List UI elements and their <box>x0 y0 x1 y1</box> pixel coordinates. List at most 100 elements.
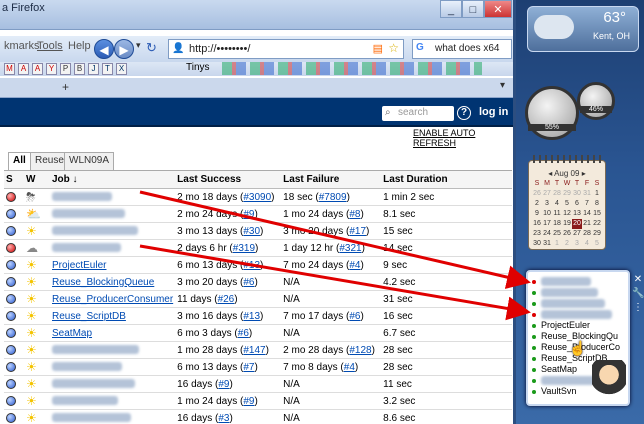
column-status[interactable]: S <box>4 170 24 189</box>
calendar-day[interactable]: 2 <box>562 239 572 249</box>
build-link[interactable]: #13 <box>243 311 260 322</box>
tab-list-icon[interactable]: ▾ <box>500 80 505 91</box>
calendar-day[interactable]: 20 <box>572 219 582 229</box>
close-button[interactable]: ✕ <box>484 0 512 18</box>
calendar-day[interactable]: 2 <box>532 199 542 209</box>
calendar-day[interactable]: 3 <box>572 239 582 249</box>
job-link-redacted[interactable] <box>52 379 135 389</box>
job-link[interactable]: SeatMap <box>52 328 92 339</box>
column-last-success[interactable]: Last Success <box>175 170 282 189</box>
tab-all[interactable]: All <box>8 152 31 171</box>
build-link[interactable]: #6 <box>349 311 360 322</box>
column-last-failure[interactable]: Last Failure <box>281 170 382 189</box>
calendar-day[interactable]: 4 <box>582 239 592 249</box>
calendar-day[interactable]: 29 <box>592 229 602 239</box>
job-link-redacted[interactable] <box>52 413 131 423</box>
build-link[interactable]: #321 <box>339 243 361 254</box>
forward-button[interactable]: ▶ <box>114 39 134 59</box>
hudson-job-item[interactable] <box>532 309 612 320</box>
job-link-redacted[interactable] <box>52 192 112 202</box>
cpu-meter-gadget[interactable]: 55% 46% <box>525 82 615 146</box>
build-link[interactable]: #26 <box>218 294 235 305</box>
job-link-redacted[interactable] <box>52 396 118 406</box>
calendar-day[interactable]: 12 <box>562 209 572 219</box>
build-link[interactable]: #8 <box>349 209 360 220</box>
wrench-icon[interactable]: 🔧 <box>632 288 644 300</box>
bookmark-icon[interactable]: X <box>116 63 127 75</box>
calendar-day[interactable]: 8 <box>592 199 602 209</box>
new-tab-icon[interactable]: + <box>62 80 69 94</box>
bookmark-icon[interactable]: Y <box>46 63 57 75</box>
calendar-day[interactable]: 10 <box>542 209 552 219</box>
help-icon[interactable]: ? <box>457 106 471 120</box>
build-link[interactable]: #17 <box>349 226 366 237</box>
login-link[interactable]: log in <box>479 106 508 118</box>
star-icon[interactable]: ☆ <box>388 41 399 55</box>
column-job[interactable]: Job ↓ <box>50 170 176 189</box>
calendar-day[interactable]: 25 <box>552 229 562 239</box>
calendar-day[interactable]: 31 <box>542 239 552 249</box>
tab-wln09a[interactable]: WLN09A <box>64 152 115 170</box>
next-month-icon[interactable]: ▸ <box>582 169 586 178</box>
search-field[interactable]: G what does x64 <box>412 39 512 59</box>
calendar-day[interactable]: 15 <box>592 209 602 219</box>
menu-tools[interactable]: Tools <box>37 40 63 52</box>
calendar-day[interactable]: 24 <box>542 229 552 239</box>
calendar-day[interactable]: 17 <box>542 219 552 229</box>
hudson-job-item[interactable] <box>532 287 598 298</box>
job-link[interactable]: Reuse_BlockingQueue <box>52 277 154 288</box>
calendar-day[interactable]: 9 <box>532 209 542 219</box>
enable-auto-refresh-link[interactable]: ENABLE AUTO REFRESH <box>413 128 513 148</box>
calendar-day[interactable]: 4 <box>552 199 562 209</box>
bookmark-icon[interactable]: J <box>88 63 99 75</box>
calendar-day[interactable]: 1 <box>552 239 562 249</box>
job-link-redacted[interactable] <box>52 209 125 219</box>
drag-handle-icon[interactable]: ⋮ <box>632 302 644 314</box>
calendar-day[interactable]: 28 <box>582 229 592 239</box>
calendar-day[interactable]: 13 <box>572 209 582 219</box>
calendar-day[interactable]: 19 <box>562 219 572 229</box>
build-link[interactable]: #30 <box>243 226 260 237</box>
calendar-day[interactable]: 26 <box>532 189 542 199</box>
calendar-day[interactable]: 22 <box>592 219 602 229</box>
calendar-day[interactable]: 27 <box>572 229 582 239</box>
job-link-redacted[interactable] <box>52 226 138 236</box>
build-link[interactable]: #3090 <box>243 192 271 203</box>
bookmark-tinys[interactable]: Tinys <box>186 62 210 73</box>
close-gadget-icon[interactable]: ✕ <box>632 274 644 286</box>
bookmark-icons-strip[interactable] <box>222 62 482 75</box>
build-link[interactable]: #9 <box>218 379 229 390</box>
bookmark-icon[interactable]: T <box>102 63 113 75</box>
job-link[interactable]: Reuse_ScriptDB <box>52 311 126 322</box>
calendar-day[interactable]: 16 <box>532 219 542 229</box>
reload-icon[interactable]: ↻ <box>146 40 157 56</box>
column-weather[interactable]: W <box>24 170 50 189</box>
calendar-gadget[interactable]: ◂ Aug 09 ▸ S M T W T F S 26 27 28 29 30 31 1 2 3 4 5 6 7 8 9 1… <box>528 155 606 250</box>
job-link-redacted[interactable] <box>52 362 122 372</box>
build-link[interactable]: #9 <box>243 396 254 407</box>
hudson-job-item[interactable]: VaultSvn <box>532 386 576 396</box>
rss-icon[interactable]: ▤ <box>373 42 383 55</box>
hudson-job-item[interactable] <box>532 298 605 309</box>
url-field[interactable]: 👤 http://••••••••/ ▤ ☆ <box>168 39 404 59</box>
calendar-day[interactable]: 26 <box>562 229 572 239</box>
build-link[interactable]: #147 <box>243 345 265 356</box>
maximize-button[interactable]: □ <box>462 0 484 18</box>
build-link[interactable]: #319 <box>233 243 255 254</box>
build-link[interactable]: #128 <box>349 345 371 356</box>
build-link[interactable]: #7 <box>243 362 254 373</box>
hudson-job-item[interactable] <box>532 276 591 287</box>
calendar-day[interactable]: 5 <box>562 199 572 209</box>
calendar-day[interactable]: 21 <box>582 219 592 229</box>
prev-month-icon[interactable]: ◂ <box>548 169 552 178</box>
job-link-redacted[interactable] <box>52 243 121 253</box>
bookmark-icon[interactable]: A <box>18 63 29 75</box>
build-link[interactable]: #4 <box>349 260 360 271</box>
bookmark-icon[interactable]: B <box>74 63 85 75</box>
calendar-day[interactable]: 27 <box>542 189 552 199</box>
bookmark-icon[interactable]: M <box>4 63 15 75</box>
jenkins-search-input[interactable]: ⌕ search <box>382 106 454 121</box>
build-link[interactable]: #3 <box>218 413 229 424</box>
build-link[interactable]: #7809 <box>319 192 347 203</box>
calendar-day[interactable]: 30 <box>532 239 542 249</box>
